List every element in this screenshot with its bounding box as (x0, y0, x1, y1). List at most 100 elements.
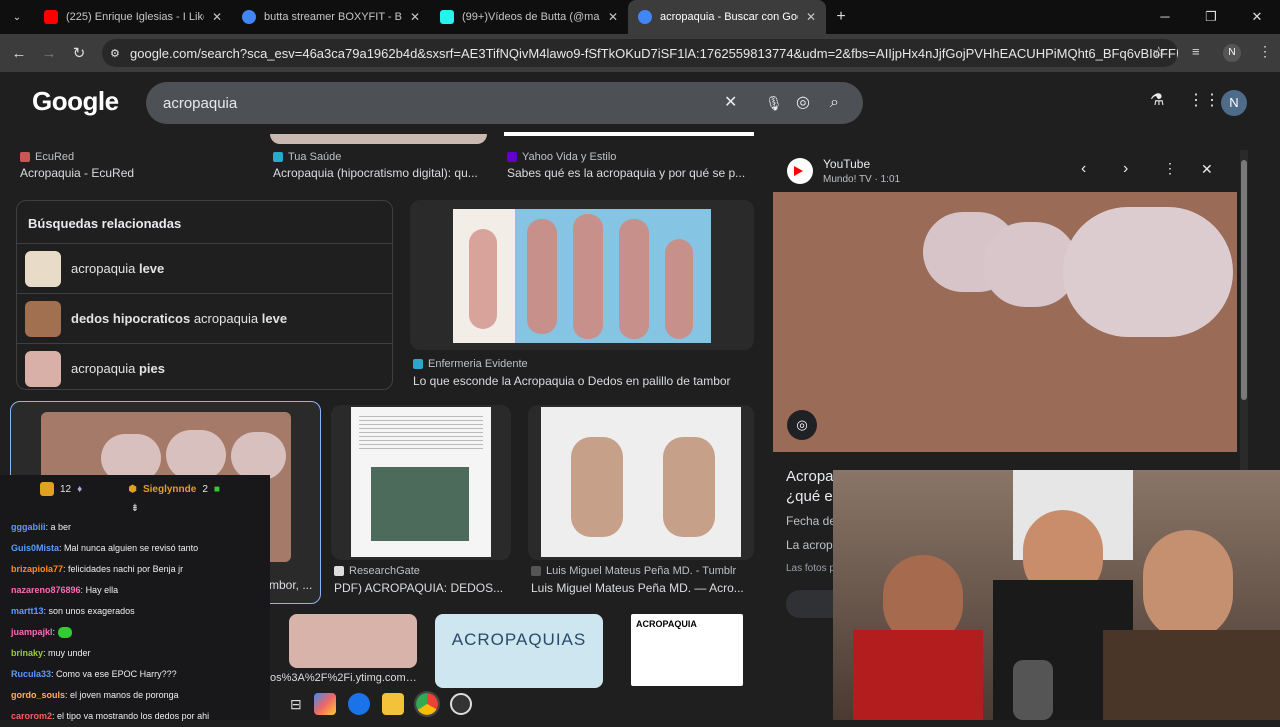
clear-search-icon[interactable]: ✕ (724, 82, 737, 124)
stream-chat-overlay: 12 ♦ ⬢ Sieglynnde 2 ■ ⇟ gggabiii: a ber … (0, 475, 270, 721)
labs-flask-icon[interactable]: ⚗ (1150, 90, 1164, 110)
preview-title-line1[interactable]: Acropa (786, 468, 834, 485)
chat-expand-icon[interactable]: ⇟ (0, 503, 270, 517)
result-tua-saude[interactable]: Tua Saúde Acropaquia (hipocratismo digit… (273, 151, 488, 180)
edge-icon[interactable] (347, 693, 370, 715)
chat-message: juampajkl: (0, 622, 270, 643)
related-item-acropaquia-pies[interactable]: acropaquia pies (17, 343, 392, 393)
preview-site[interactable]: YouTube (823, 157, 870, 171)
lens-icon[interactable]: ◎ (787, 410, 817, 440)
google-favicon-icon (242, 10, 256, 24)
fingers-image (453, 209, 711, 343)
file-explorer-icon[interactable] (381, 693, 404, 715)
result-image-acropaquias[interactable]: ACROPAQUIAS (435, 614, 603, 688)
panel-scrollbar[interactable] (1240, 150, 1248, 470)
researchgate-favicon-icon (334, 566, 344, 576)
chat-message: martt13: son unos exagerados (11, 606, 135, 616)
related-thumbnail (25, 300, 61, 337)
result-image-doc[interactable]: ACROPAQUIA (631, 614, 743, 686)
related-item-acropaquia-leve[interactable]: acropaquia leve (17, 243, 392, 293)
result-image-researchgate[interactable] (331, 405, 511, 560)
related-item-dedos-hipocraticos[interactable]: dedos hipocraticos acropaquia leve (17, 293, 392, 343)
tiktok-favicon-icon (440, 10, 454, 24)
emote-icon (57, 627, 72, 639)
hands-image (541, 407, 741, 557)
preview-image[interactable]: ◎ (773, 192, 1237, 452)
close-icon[interactable]: ✕ (608, 10, 618, 24)
chat-message: Rucula33: Como va ese EPOC Harry??? (11, 669, 177, 679)
close-window-icon[interactable]: ✕ (1234, 0, 1280, 34)
minimize-icon[interactable]: ─ (1142, 0, 1188, 34)
bookmark-star-icon[interactable]: ☆ (1152, 43, 1165, 61)
close-icon[interactable]: ✕ (410, 10, 420, 24)
chat-message: brizapiola77: felicidades nachi por Benj… (11, 564, 184, 574)
result-yahoo[interactable]: Yahoo Vida y Estilo Sabes qué es la acro… (507, 151, 754, 180)
result-image-nails[interactable] (289, 614, 417, 668)
result-image-enfermeria[interactable] (410, 200, 754, 350)
apps-grid-icon[interactable]: ⋮⋮ (1188, 90, 1220, 110)
chat-message: gordo_souls: el joven manos de poronga (11, 690, 179, 700)
related-searches: Búsquedas relacionadas acropaquia leve d… (16, 200, 393, 390)
more-menu-icon[interactable]: ⋮ (1258, 43, 1272, 60)
yahoo-favicon-icon (507, 152, 517, 162)
preview-channel: Mundo! TV · 1:01 (823, 174, 901, 185)
search-input[interactable]: acropaquia ✕ 🎙 ◎ ⌕ (146, 82, 863, 124)
tab-youtube[interactable]: (225) Enrique Iglesias - I Like It ✕ (34, 0, 232, 34)
related-thumbnail (25, 350, 61, 387)
result-image-tumblr[interactable] (528, 405, 754, 560)
tab-google-acropaquia[interactable]: acropaquia - Buscar con Google✕ (628, 0, 826, 34)
next-icon[interactable]: › (1123, 160, 1128, 178)
chat-message: nazareno876896: Hay ella (11, 585, 119, 595)
taskbar: ⊟ (270, 688, 833, 720)
result-image-url: os%3A%2F%2Fi.ytimg.com%2Fvi... (270, 672, 422, 684)
address-bar: ← → ↻ ⚙ google.com/search?sca_esv=46a3ca… (0, 34, 1280, 72)
reload-icon[interactable]: ↻ (64, 44, 94, 62)
close-icon[interactable]: ✕ (806, 10, 816, 24)
google-logo[interactable]: Google (32, 86, 119, 117)
result-tumblr[interactable]: Luis Miguel Mateus Peña MD. - Tumblr Lui… (531, 565, 753, 595)
microphone (1013, 660, 1053, 720)
sub-badge-icon: ♦ (77, 483, 83, 495)
tab-tiktok[interactable]: (99+)Vídeos de Butta (@manub✕ (430, 0, 628, 34)
ecured-favicon-icon (20, 152, 30, 162)
preview-panel: YouTube Mundo! TV · 1:01 ‹ › ⋮ ✕ ◎ (773, 150, 1238, 470)
chat-header: 12 ♦ ⬢ Sieglynnde 2 ■ (0, 475, 270, 503)
result-ecured[interactable]: EcuRed Acropaquia - EcuRed (20, 151, 260, 180)
site-info-icon[interactable]: ⚙ (110, 47, 120, 60)
result-image-yahoo[interactable] (504, 132, 754, 136)
result-enfermeria[interactable]: Enfermeria Evidente Lo que esconde la Ac… (413, 358, 753, 388)
account-avatar[interactable]: N (1221, 90, 1247, 116)
profile-avatar[interactable]: N (1223, 44, 1241, 62)
tab-google-butta[interactable]: butta streamer BOXYFIT - Buscar✕ (232, 0, 430, 34)
lens-search-icon[interactable]: ◎ (796, 82, 810, 124)
close-icon[interactable]: ✕ (212, 10, 222, 24)
new-tab-icon[interactable]: + (826, 8, 856, 26)
forward-icon[interactable]: → (34, 45, 64, 62)
youtube-favicon-icon (44, 10, 58, 24)
media-control-icon[interactable]: ≡ (1192, 44, 1200, 59)
tab-list-icon[interactable]: ⌄ (0, 12, 34, 23)
copilot-icon[interactable] (313, 693, 336, 715)
paper-image (351, 407, 491, 557)
close-panel-icon[interactable]: ✕ (1201, 161, 1213, 178)
chat-message: Guis0Mista: Mal nunca alguien se revisó … (11, 543, 199, 553)
result-image-tua-saude[interactable] (270, 134, 487, 144)
voice-search-icon[interactable]: 🎙 (765, 82, 783, 124)
youtube-logo-icon (787, 158, 813, 184)
maximize-icon[interactable]: ❐ (1188, 0, 1234, 34)
sub-badge-icon: ■ (213, 483, 220, 495)
search-icon[interactable]: ⌕ (830, 82, 839, 124)
task-view-icon[interactable]: ⊟ (290, 696, 302, 713)
previous-icon[interactable]: ‹ (1081, 160, 1086, 178)
chat-message: gggabiii: a ber (11, 522, 72, 532)
more-options-icon[interactable]: ⋮ (1163, 160, 1177, 177)
obs-icon[interactable] (449, 693, 472, 715)
url-field[interactable]: ⚙ google.com/search?sca_esv=46a3ca79a196… (102, 39, 1178, 67)
preview-date: Fecha de (786, 514, 837, 528)
preview-description: La acrop (786, 538, 833, 552)
chrome-icon[interactable] (413, 691, 440, 717)
back-icon[interactable]: ← (4, 45, 34, 62)
google-favicon-icon (638, 10, 652, 24)
result-researchgate[interactable]: ResearchGate PDF) ACROPAQUIA: DEDOS... (334, 565, 510, 595)
window-controls: ─ ❐ ✕ (1142, 0, 1280, 34)
